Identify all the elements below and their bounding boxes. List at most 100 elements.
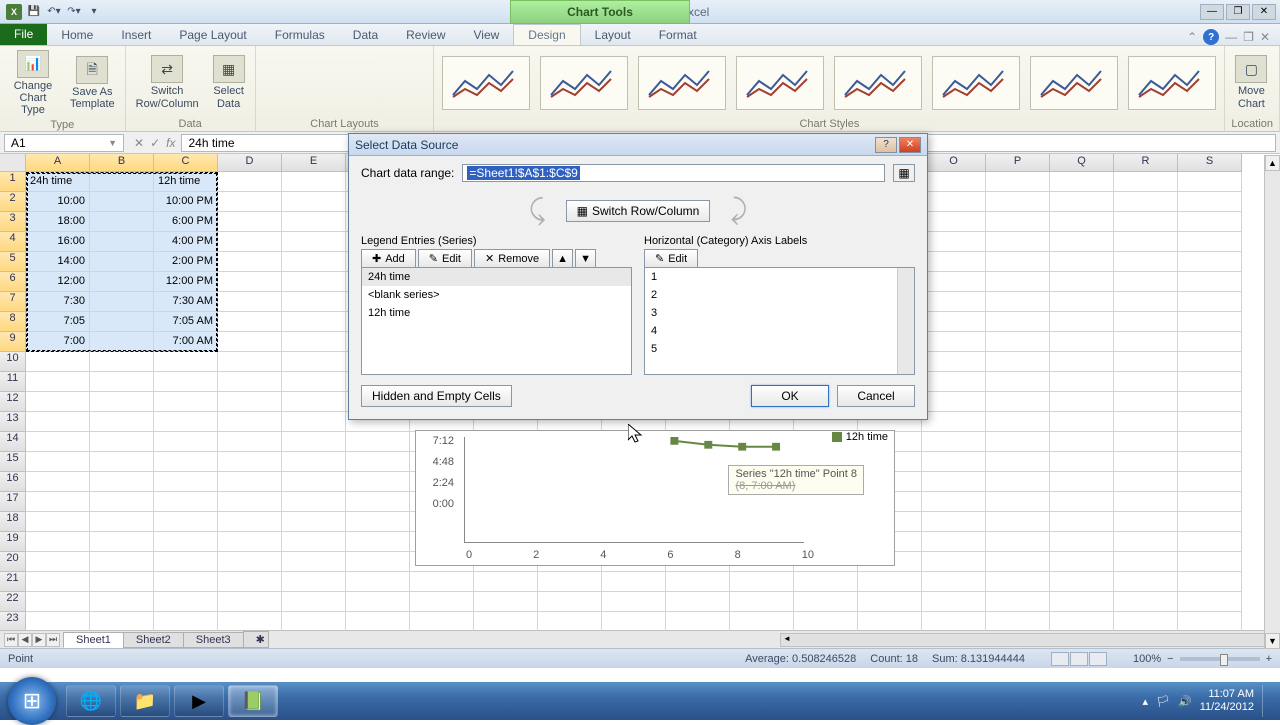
- cell[interactable]: [1050, 492, 1114, 512]
- row-header[interactable]: 4: [0, 232, 26, 252]
- vertical-scrollbar[interactable]: ▲ ▼: [1264, 155, 1280, 649]
- list-item[interactable]: 1: [645, 268, 914, 286]
- cell[interactable]: [218, 172, 282, 192]
- cell[interactable]: [282, 472, 346, 492]
- cell[interactable]: [218, 392, 282, 412]
- cell[interactable]: [1050, 232, 1114, 252]
- cell[interactable]: [986, 572, 1050, 592]
- save-icon[interactable]: 💾: [26, 4, 42, 20]
- cell[interactable]: [538, 592, 602, 612]
- cell[interactable]: [346, 512, 410, 532]
- dialog-help-button[interactable]: ?: [875, 137, 897, 153]
- move-down-button[interactable]: ▼: [575, 249, 596, 268]
- cell[interactable]: [1050, 592, 1114, 612]
- cell[interactable]: [282, 332, 346, 352]
- cell[interactable]: [1050, 272, 1114, 292]
- row-header[interactable]: 20: [0, 552, 26, 572]
- column-header[interactable]: C: [154, 154, 218, 172]
- cell[interactable]: [986, 432, 1050, 452]
- tray-show-hidden-icon[interactable]: ▴: [1143, 695, 1149, 708]
- add-series-button[interactable]: ✚Add: [361, 249, 416, 268]
- move-chart-button[interactable]: ▢Move Chart: [1231, 53, 1271, 111]
- cell[interactable]: [26, 392, 90, 412]
- chart-data-range-input[interactable]: =Sheet1!$A$1:$C$9: [462, 164, 885, 182]
- cell[interactable]: [922, 212, 986, 232]
- zoom-level[interactable]: 100%: [1133, 653, 1161, 665]
- cell[interactable]: [154, 512, 218, 532]
- cell[interactable]: [1050, 432, 1114, 452]
- cell[interactable]: [1178, 452, 1242, 472]
- cell[interactable]: [154, 392, 218, 412]
- cell[interactable]: [986, 332, 1050, 352]
- list-item[interactable]: 12h time: [362, 304, 631, 322]
- cell[interactable]: [922, 192, 986, 212]
- cell[interactable]: [282, 352, 346, 372]
- cell[interactable]: [922, 512, 986, 532]
- cell[interactable]: [986, 512, 1050, 532]
- cell[interactable]: [90, 372, 154, 392]
- cell[interactable]: [1050, 332, 1114, 352]
- cell[interactable]: [986, 492, 1050, 512]
- column-header[interactable]: O: [922, 154, 986, 172]
- cell[interactable]: [282, 232, 346, 252]
- cell[interactable]: [26, 372, 90, 392]
- cell[interactable]: [1114, 532, 1178, 552]
- cell[interactable]: [90, 392, 154, 412]
- undo-icon[interactable]: ↶▾: [46, 4, 62, 20]
- cell[interactable]: [1114, 552, 1178, 572]
- cell[interactable]: [922, 292, 986, 312]
- help-icon[interactable]: ?: [1203, 29, 1219, 45]
- cell[interactable]: [1114, 452, 1178, 472]
- cell[interactable]: 7:30 AM: [154, 292, 218, 312]
- cell[interactable]: [1178, 272, 1242, 292]
- cell[interactable]: [346, 432, 410, 452]
- enter-icon[interactable]: ✓: [150, 136, 160, 150]
- cell[interactable]: [1114, 332, 1178, 352]
- row-header[interactable]: 7: [0, 292, 26, 312]
- move-up-button[interactable]: ▲: [552, 249, 573, 268]
- row-header[interactable]: 18: [0, 512, 26, 532]
- cell[interactable]: [1114, 172, 1178, 192]
- cell[interactable]: [1114, 232, 1178, 252]
- cell[interactable]: [922, 372, 986, 392]
- cell[interactable]: [218, 452, 282, 472]
- cell[interactable]: [538, 572, 602, 592]
- cell[interactable]: [218, 472, 282, 492]
- cell[interactable]: [346, 572, 410, 592]
- cell[interactable]: [986, 392, 1050, 412]
- cell[interactable]: [1178, 612, 1242, 630]
- cell[interactable]: [90, 532, 154, 552]
- cell[interactable]: [282, 272, 346, 292]
- list-item[interactable]: 2: [645, 286, 914, 304]
- row-header[interactable]: 16: [0, 472, 26, 492]
- cell[interactable]: [26, 452, 90, 472]
- cell[interactable]: [90, 192, 154, 212]
- cell[interactable]: [26, 472, 90, 492]
- cell[interactable]: [154, 352, 218, 372]
- page-break-view-button[interactable]: [1089, 652, 1107, 666]
- cell[interactable]: [986, 312, 1050, 332]
- cell[interactable]: [26, 412, 90, 432]
- column-header[interactable]: R: [1114, 154, 1178, 172]
- list-item[interactable]: 5: [645, 340, 914, 358]
- cell[interactable]: [1178, 212, 1242, 232]
- cell[interactable]: [282, 312, 346, 332]
- cell[interactable]: [1050, 252, 1114, 272]
- cell[interactable]: [90, 232, 154, 252]
- edit-axis-button[interactable]: ✎Edit: [644, 249, 698, 268]
- cell[interactable]: [1050, 512, 1114, 532]
- cell[interactable]: [1178, 172, 1242, 192]
- cell[interactable]: [986, 532, 1050, 552]
- cell[interactable]: [90, 252, 154, 272]
- row-header[interactable]: 6: [0, 272, 26, 292]
- row-header[interactable]: 2: [0, 192, 26, 212]
- cell[interactable]: [154, 452, 218, 472]
- redo-icon[interactable]: ↷▾: [66, 4, 82, 20]
- tray-clock[interactable]: 11:07 AM 11/24/2012: [1200, 688, 1254, 714]
- format-tab[interactable]: Format: [645, 25, 711, 45]
- cell[interactable]: [474, 572, 538, 592]
- cell[interactable]: [602, 592, 666, 612]
- cell[interactable]: [922, 472, 986, 492]
- dialog-close-button[interactable]: ✕: [899, 137, 921, 153]
- cell[interactable]: [922, 272, 986, 292]
